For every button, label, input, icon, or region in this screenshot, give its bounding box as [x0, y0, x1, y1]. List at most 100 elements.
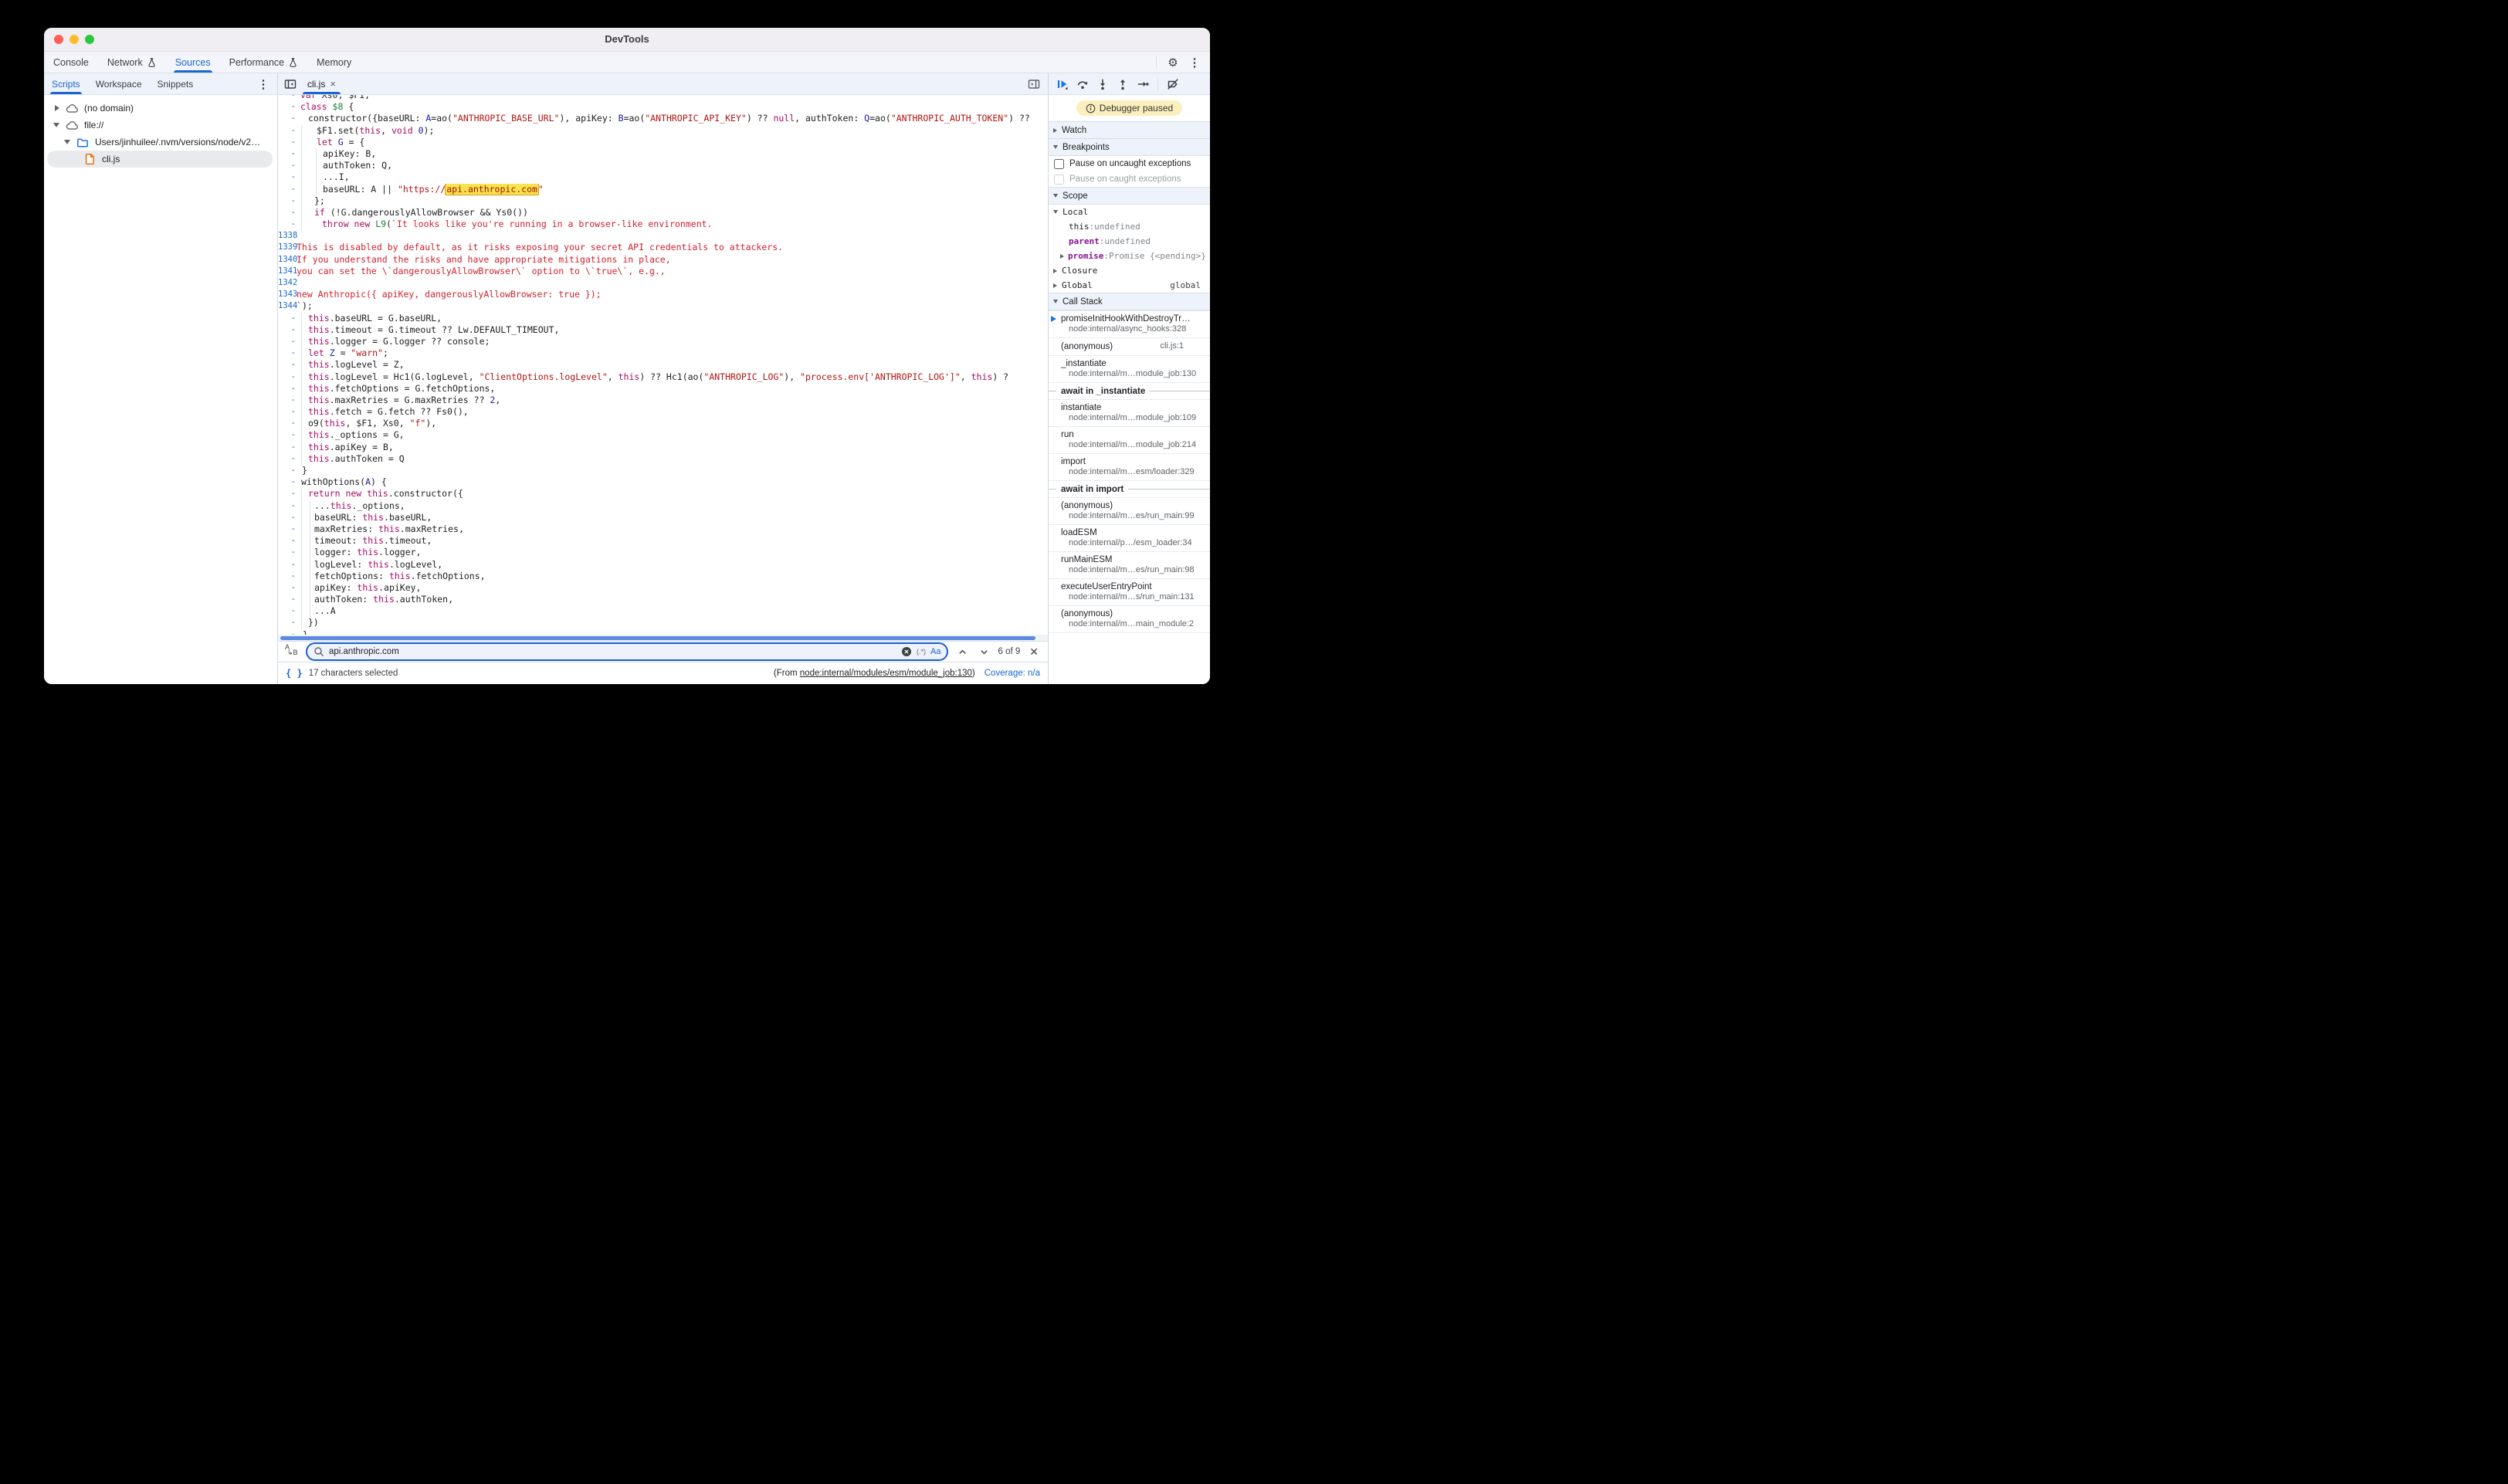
pause-on-caught-exceptions-row[interactable]: Pause on caught exceptions: [1049, 171, 1210, 187]
section-call-stack[interactable]: Call Stack: [1049, 293, 1210, 310]
gutter-line-number[interactable]: 1342: [278, 277, 296, 289]
clear-search-icon[interactable]: [901, 646, 912, 657]
gutter-line-number[interactable]: -: [278, 184, 296, 195]
gutter-line-number[interactable]: -: [278, 500, 296, 512]
scope-property-row[interactable]: promise: Promise {<pending>}: [1049, 249, 1210, 263]
section-scope[interactable]: Scope: [1049, 187, 1210, 205]
step-button[interactable]: [1134, 76, 1152, 93]
gutter-line-number[interactable]: -: [278, 512, 296, 523]
pause-on-uncaught-exceptions-row[interactable]: Pause on uncaught exceptions: [1049, 156, 1210, 171]
show-debugger-sidebar-icon[interactable]: [1025, 76, 1043, 93]
gutter-line-number[interactable]: -: [278, 582, 296, 594]
gutter-line-number[interactable]: -: [278, 418, 296, 429]
replace-toggle-icon[interactable]: A↳B: [284, 645, 300, 659]
step-into-button[interactable]: [1093, 76, 1112, 93]
gutter-line-number[interactable]: 1340: [278, 254, 296, 266]
gutter-line-number[interactable]: -: [278, 523, 296, 535]
gutter-line-number[interactable]: -: [278, 617, 296, 628]
match-case-toggle-icon[interactable]: Aa: [930, 647, 940, 656]
resume-script-button[interactable]: [1053, 76, 1072, 93]
tab-scripts[interactable]: Scripts: [44, 73, 88, 94]
gutter-line-number[interactable]: -: [278, 605, 296, 617]
gutter-line-number[interactable]: -: [278, 359, 296, 371]
gutter-line-number[interactable]: -: [278, 476, 296, 488]
call-stack-frame[interactable]: runnode:internal/m…module_job:214: [1049, 427, 1210, 454]
chevron-down-icon[interactable]: [1053, 210, 1058, 214]
gutter-line-number[interactable]: 1343: [278, 289, 296, 300]
step-out-button[interactable]: [1113, 76, 1132, 93]
gutter-line-number[interactable]: -: [278, 429, 296, 441]
section-breakpoints[interactable]: Breakpoints: [1049, 139, 1210, 156]
scrollbar-thumb[interactable]: [280, 636, 1035, 640]
tab-snippets[interactable]: Snippets: [150, 73, 202, 94]
gutter-line-number[interactable]: -: [278, 465, 296, 476]
gutter-line-number[interactable]: -: [278, 442, 296, 453]
gutter-line-number[interactable]: -: [278, 371, 296, 383]
gutter-line-number[interactable]: -: [278, 571, 296, 582]
call-stack-frame[interactable]: runMainESMnode:internal/m…es/run_main:98: [1049, 552, 1210, 579]
tree-item-node-folder[interactable]: Users/jinhuilee/.nvm/versions/node/v2…: [44, 134, 277, 151]
gutter-line-number[interactable]: -: [278, 406, 296, 418]
gutter-line-number[interactable]: -: [278, 559, 296, 571]
gutter-line-number[interactable]: -: [278, 160, 296, 171]
navigator-more-menu-icon[interactable]: ⋮: [254, 76, 273, 93]
gutter-line-number[interactable]: -: [278, 383, 296, 395]
gutter-line-number[interactable]: -: [278, 547, 296, 558]
chevron-right-icon[interactable]: [1053, 283, 1057, 288]
tab-memory[interactable]: Memory: [307, 52, 361, 73]
call-stack-frame[interactable]: (anonymous)node:internal/m…main_module:2: [1049, 606, 1210, 633]
scope-property-row[interactable]: parent: undefined: [1049, 234, 1210, 249]
call-stack-frame[interactable]: (anonymous)cli.js:1: [1049, 338, 1210, 356]
gutter-line-number[interactable]: -: [278, 219, 296, 230]
tab-performance[interactable]: Performance: [220, 52, 308, 73]
call-stack-frame[interactable]: instantiatenode:internal/m…module_job:10…: [1049, 400, 1210, 427]
gutter-line-number[interactable]: -: [278, 488, 296, 500]
chevron-right-icon[interactable]: [1060, 254, 1064, 259]
previous-match-icon[interactable]: [954, 644, 970, 659]
gutter-line-number[interactable]: -: [278, 207, 296, 219]
coverage-link[interactable]: Coverage: n/a: [985, 669, 1040, 678]
next-match-icon[interactable]: [976, 644, 991, 659]
gutter-line-number[interactable]: -: [278, 148, 296, 160]
regex-toggle-icon[interactable]: (.*): [917, 648, 926, 656]
scope-property-row[interactable]: this: undefined: [1049, 219, 1210, 234]
chevron-right-icon[interactable]: [55, 105, 59, 111]
gutter-line-number[interactable]: -: [278, 535, 296, 547]
call-stack-frame[interactable]: (anonymous)node:internal/m…es/run_main:9…: [1049, 498, 1210, 525]
scope-group-row[interactable]: Closure: [1049, 263, 1210, 278]
call-stack-frame[interactable]: promiseInitHookWithDestroyTr…node:intern…: [1049, 310, 1210, 338]
call-stack-frame[interactable]: _instantiatenode:internal/m…module_job:1…: [1049, 356, 1210, 383]
tree-item-no-domain[interactable]: (no domain): [44, 100, 277, 117]
gutter-line-number[interactable]: 1344: [278, 300, 296, 312]
gutter-line-number[interactable]: -: [278, 336, 296, 347]
gutter-line-number[interactable]: -: [278, 347, 296, 359]
section-watch[interactable]: Watch: [1049, 121, 1210, 139]
search-query-text[interactable]: api.anthropic.com: [329, 647, 896, 656]
chevron-right-icon[interactable]: [1053, 269, 1057, 273]
horizontal-scrollbar[interactable]: [278, 635, 1048, 641]
tab-network[interactable]: Network: [98, 52, 166, 73]
close-find-bar-icon[interactable]: ✕: [1026, 645, 1042, 659]
tab-console[interactable]: Console: [44, 52, 98, 73]
call-stack-frame[interactable]: executeUserEntryPointnode:internal/m…s/r…: [1049, 579, 1210, 606]
tree-item-cli-js[interactable]: cli.js: [44, 151, 277, 168]
gutter-line-number[interactable]: -: [278, 125, 296, 137]
gutter-line-number[interactable]: -: [278, 95, 296, 101]
scope-group-row[interactable]: Local: [1049, 205, 1210, 219]
gutter-line-number[interactable]: 1338: [278, 230, 296, 242]
checkbox-unchecked[interactable]: [1054, 159, 1064, 169]
editor-tab-cli-js[interactable]: cli.js×: [300, 73, 344, 94]
gutter-line-number[interactable]: 1339: [278, 242, 296, 253]
gutter-line-number[interactable]: -: [278, 324, 296, 336]
gutter-line-number[interactable]: -: [278, 594, 296, 605]
gutter-line-number[interactable]: -: [278, 453, 296, 465]
gutter-line-number[interactable]: -: [278, 171, 296, 183]
tab-workspace[interactable]: Workspace: [88, 73, 150, 94]
pretty-print-icon[interactable]: { }: [286, 668, 303, 679]
chevron-down-icon[interactable]: [64, 140, 70, 144]
settings-gear-icon[interactable]: ⚙: [1164, 54, 1182, 71]
deactivate-breakpoints-button[interactable]: [1164, 76, 1182, 93]
gutter-line-number[interactable]: 1341: [278, 266, 296, 277]
gutter-line-number[interactable]: -: [278, 113, 296, 124]
gutter-line-number[interactable]: -: [278, 137, 296, 148]
